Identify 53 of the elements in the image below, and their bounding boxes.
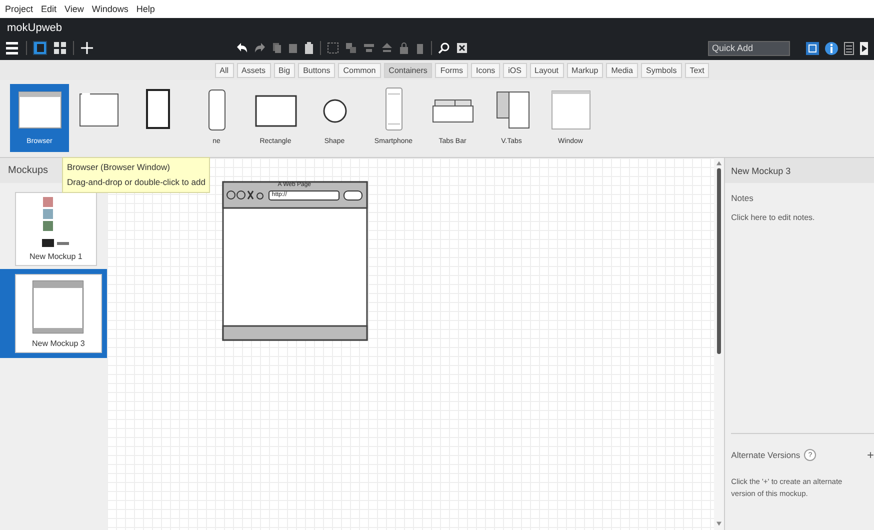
undo-icon[interactable] xyxy=(236,42,248,54)
quick-add-field[interactable]: Quick Add xyxy=(708,40,790,56)
section-title: Alternate Versions xyxy=(731,450,800,460)
redo-icon[interactable] xyxy=(254,42,266,54)
category-tab[interactable]: Common xyxy=(338,62,381,78)
scrollbar-drawing[interactable] xyxy=(714,158,724,530)
category-tab[interactable]: Markup xyxy=(566,62,604,78)
mockup-thumbnail-drawing xyxy=(32,279,84,335)
mockup-name: New Mockup 3 xyxy=(32,339,85,348)
add-button[interactable]: + xyxy=(866,448,874,462)
mockup-thumbnail-drawing xyxy=(42,197,70,248)
menu-item[interactable]: View xyxy=(64,4,84,14)
clipboard-icon[interactable] xyxy=(304,42,314,54)
copy-icon[interactable] xyxy=(272,42,282,54)
category-tab[interactable]: Buttons xyxy=(298,62,336,78)
category-tab[interactable]: Containers xyxy=(384,62,432,78)
notes-label: Notes xyxy=(730,192,754,203)
info-icon[interactable] xyxy=(825,42,838,54)
layer-icon[interactable] xyxy=(381,42,394,54)
ungroup-icon[interactable] xyxy=(345,42,358,54)
menu-icon[interactable] xyxy=(6,42,20,54)
category-tab[interactable]: Icons xyxy=(471,62,500,78)
category-tab[interactable]: Text xyxy=(684,62,710,78)
mockup-card[interactable]: New Mockup 3 xyxy=(15,274,102,353)
align-icon[interactable] xyxy=(363,42,376,54)
category-tab[interactable]: Forms xyxy=(435,62,468,78)
category-tab[interactable]: Symbols xyxy=(641,62,682,78)
play-icon[interactable] xyxy=(860,42,868,54)
panel-icon[interactable] xyxy=(844,42,854,54)
grid-view-icon[interactable] xyxy=(53,41,67,55)
menu-item[interactable]: Help xyxy=(136,4,155,14)
menu-item[interactable]: Edit xyxy=(41,4,57,14)
mockup-title: New Mockup 3 xyxy=(725,158,874,183)
category-tab[interactable]: Assets xyxy=(236,62,271,78)
lock-icon[interactable] xyxy=(399,42,410,54)
category-tab[interactable]: Media xyxy=(606,62,638,78)
mockup-name: New Mockup 1 xyxy=(29,252,82,261)
window-title: mokUpweb xyxy=(6,21,64,36)
group-icon[interactable] xyxy=(327,42,340,54)
category-tab[interactable]: iOS xyxy=(503,62,526,78)
notes-placeholder[interactable]: Click here to edit notes. xyxy=(725,203,874,222)
mockup-card[interactable]: New Mockup 1 xyxy=(15,192,97,266)
category-tab[interactable]: Big xyxy=(274,62,296,78)
menu-item[interactable]: Windows xyxy=(92,4,128,14)
mockup-view-icon[interactable] xyxy=(806,42,819,54)
single-view-icon[interactable] xyxy=(33,41,47,55)
menu-item[interactable]: Project xyxy=(5,4,34,14)
browser-window-drawing[interactable] xyxy=(222,181,368,341)
plus-icon[interactable] xyxy=(80,41,94,55)
category-tab[interactable]: All xyxy=(214,62,234,78)
close-box-icon[interactable] xyxy=(456,42,468,54)
category-tab[interactable]: Layout xyxy=(530,62,564,78)
search-icon[interactable] xyxy=(438,42,450,54)
